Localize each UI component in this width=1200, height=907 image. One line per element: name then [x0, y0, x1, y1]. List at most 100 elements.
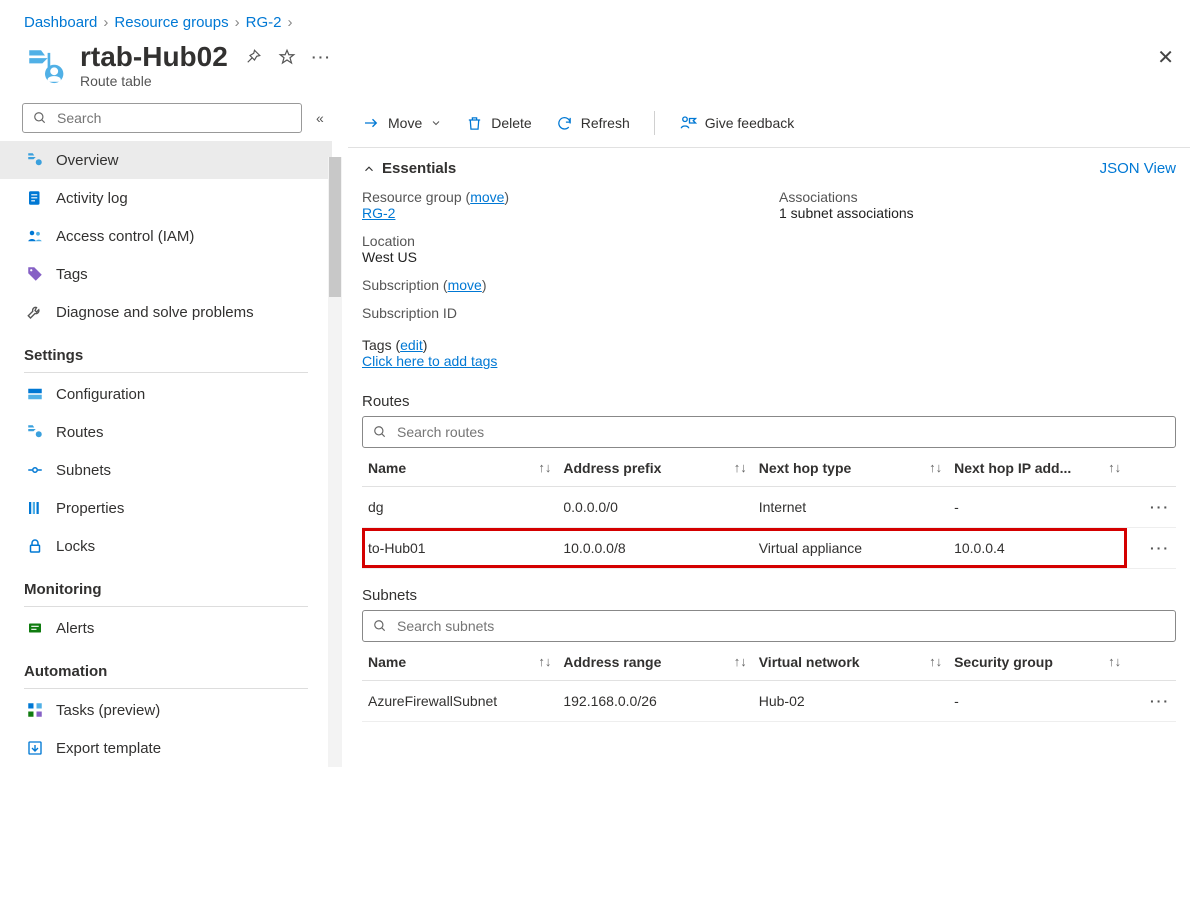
- row-menu-icon[interactable]: ···: [1127, 487, 1176, 528]
- breadcrumb-item[interactable]: Resource groups: [114, 14, 228, 31]
- sidebar-item-export-template[interactable]: Export template: [0, 729, 332, 767]
- subnets-icon: [26, 461, 44, 479]
- chevron-up-icon: [362, 162, 376, 176]
- star-icon[interactable]: [278, 48, 296, 66]
- sort-icon[interactable]: ↑↓: [538, 654, 551, 669]
- ess-value: West US: [362, 249, 759, 265]
- sort-icon[interactable]: ↑↓: [929, 654, 942, 669]
- ess-label: Subscription ID: [362, 305, 759, 321]
- col-sg[interactable]: Security group↑↓: [948, 644, 1127, 681]
- move-link[interactable]: move: [470, 189, 504, 205]
- move-link[interactable]: move: [448, 277, 482, 293]
- sidebar-item-locks[interactable]: Locks: [0, 527, 332, 565]
- export-icon: [26, 739, 44, 757]
- close-icon[interactable]: ✕: [1151, 41, 1180, 74]
- ess-label: Subscription: [362, 277, 439, 293]
- table-row[interactable]: dg0.0.0.0/0Internet-···: [362, 487, 1176, 528]
- col-name[interactable]: Name↑↓: [362, 644, 557, 681]
- sort-icon[interactable]: ↑↓: [929, 460, 942, 475]
- delete-button[interactable]: Delete: [466, 115, 531, 132]
- col-vnet[interactable]: Virtual network↑↓: [753, 644, 948, 681]
- properties-icon: [26, 499, 44, 517]
- sidebar-item-label: Alerts: [56, 620, 94, 637]
- sidebar-item-label: Locks: [56, 538, 95, 555]
- sidebar-item-overview[interactable]: Overview: [0, 141, 332, 179]
- subnets-search-input[interactable]: [395, 617, 1165, 635]
- sidebar-item-diagnose[interactable]: Diagnose and solve problems: [0, 293, 332, 331]
- resource-group-link[interactable]: RG-2: [362, 205, 395, 221]
- breadcrumb-item[interactable]: Dashboard: [24, 14, 97, 31]
- sidebar-item-label: Subnets: [56, 462, 111, 479]
- table-row[interactable]: to-Hub0110.0.0.0/8Virtual appliance10.0.…: [362, 528, 1176, 569]
- sidebar-search[interactable]: [22, 103, 302, 133]
- more-icon[interactable]: ···: [312, 49, 332, 65]
- refresh-button[interactable]: Refresh: [556, 115, 630, 132]
- sidebar-item-subnets[interactable]: Subnets: [0, 451, 332, 489]
- sidebar-item-iam[interactable]: Access control (IAM): [0, 217, 332, 255]
- pin-icon[interactable]: [244, 48, 262, 66]
- subnets-table: Name↑↓ Address range↑↓ Virtual network↑↓…: [362, 644, 1176, 722]
- col-hop-type[interactable]: Next hop type↑↓: [753, 450, 948, 487]
- sidebar-item-alerts[interactable]: Alerts: [0, 609, 332, 647]
- routes-search-input[interactable]: [395, 423, 1165, 441]
- sort-icon[interactable]: ↑↓: [734, 654, 747, 669]
- sidebar-item-configuration[interactable]: Configuration: [0, 375, 332, 413]
- lock-icon: [26, 537, 44, 555]
- move-button[interactable]: Move: [362, 114, 442, 132]
- sidebar-item-tags[interactable]: Tags: [0, 255, 332, 293]
- subnets-search[interactable]: [362, 610, 1176, 642]
- subnets-heading: Subnets: [348, 569, 1190, 610]
- tags-edit-link[interactable]: edit: [400, 337, 423, 353]
- sidebar-item-tasks[interactable]: Tasks (preview): [0, 691, 332, 729]
- feedback-button[interactable]: Give feedback: [679, 114, 795, 132]
- ess-value: 1 subnet associations: [779, 205, 1176, 221]
- sidebar-item-label: Activity log: [56, 190, 128, 207]
- page-subtitle: Route table: [80, 73, 332, 89]
- alerts-icon: [26, 619, 44, 637]
- breadcrumb: Dashboard › Resource groups › RG-2 ›: [0, 0, 1200, 39]
- col-hop-ip[interactable]: Next hop IP add...↑↓: [948, 450, 1127, 487]
- col-prefix[interactable]: Address prefix↑↓: [557, 450, 752, 487]
- sidebar-item-routes[interactable]: Routes: [0, 413, 332, 451]
- routes-heading: Routes: [348, 375, 1190, 416]
- col-range[interactable]: Address range↑↓: [557, 644, 752, 681]
- row-menu-icon[interactable]: ···: [1127, 681, 1176, 722]
- tag-icon: [26, 265, 44, 283]
- button-label: Refresh: [581, 115, 630, 131]
- add-tags-link[interactable]: Click here to add tags: [362, 353, 497, 369]
- sidebar-item-label: Configuration: [56, 386, 145, 403]
- sidebar-item-label: Tasks (preview): [56, 702, 160, 719]
- search-icon: [373, 619, 387, 633]
- table-row[interactable]: AzureFirewallSubnet192.168.0.0/26Hub-02-…: [362, 681, 1176, 722]
- breadcrumb-item[interactable]: RG-2: [246, 14, 282, 31]
- chevron-down-icon: [430, 117, 442, 129]
- collapse-sidebar-icon[interactable]: «: [312, 106, 328, 130]
- sidebar-item-activity-log[interactable]: Activity log: [0, 179, 332, 217]
- routes-table: Name↑↓ Address prefix↑↓ Next hop type↑↓ …: [362, 450, 1176, 569]
- divider: [24, 372, 308, 373]
- json-view-link[interactable]: JSON View: [1100, 160, 1176, 177]
- ess-label: Location: [362, 233, 759, 249]
- sidebar-item-label: Overview: [56, 152, 119, 169]
- sidebar-search-input[interactable]: [55, 109, 291, 127]
- sort-icon[interactable]: ↑↓: [734, 460, 747, 475]
- sidebar-item-label: Tags: [56, 266, 88, 283]
- page-title: rtab-Hub02: [80, 41, 228, 73]
- divider: [24, 688, 308, 689]
- routes-search[interactable]: [362, 416, 1176, 448]
- feedback-icon: [679, 114, 697, 132]
- sort-icon[interactable]: ↑↓: [1108, 460, 1121, 475]
- sidebar-item-properties[interactable]: Properties: [0, 489, 332, 527]
- tags-label: Tags: [362, 337, 392, 353]
- scrollbar[interactable]: [328, 157, 342, 767]
- scrollbar-thumb[interactable]: [329, 157, 341, 297]
- essentials-toggle[interactable]: Essentials JSON View: [348, 148, 1190, 185]
- sort-icon[interactable]: ↑↓: [1108, 654, 1121, 669]
- row-menu-icon[interactable]: ···: [1127, 528, 1176, 569]
- button-label: Delete: [491, 115, 531, 131]
- col-name[interactable]: Name↑↓: [362, 450, 557, 487]
- trash-icon: [466, 115, 483, 132]
- sidebar-item-label: Routes: [56, 424, 104, 441]
- sidebar-item-label: Properties: [56, 500, 124, 517]
- sort-icon[interactable]: ↑↓: [538, 460, 551, 475]
